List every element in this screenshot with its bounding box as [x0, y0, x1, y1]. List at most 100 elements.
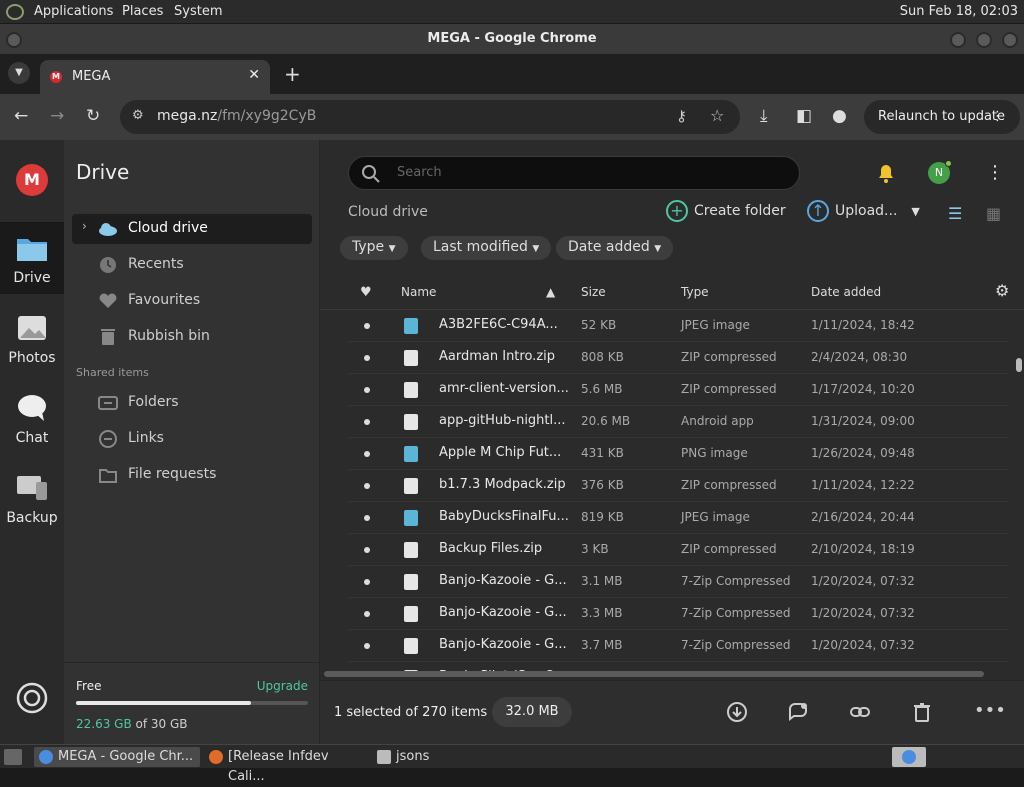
upgrade-link[interactable]: Upgrade [257, 679, 308, 693]
download-icon[interactable]: ⤓ [760, 106, 768, 126]
create-folder-button[interactable]: + Create folder [666, 200, 786, 222]
column-type[interactable]: Type [681, 285, 709, 299]
address-bar[interactable]: ⚙ mega.nz/fm/xy9g2CyB ⚷ ☆ [120, 100, 740, 134]
favourite-dot[interactable] [364, 515, 370, 521]
sidebar-item-recents[interactable]: Recents [72, 250, 312, 280]
distro-logo-icon[interactable] [6, 4, 24, 20]
vertical-scrollbar[interactable] [1016, 310, 1022, 670]
sort-asc-icon[interactable]: ▲ [546, 285, 555, 299]
tab-search-button[interactable]: ▼ [8, 62, 30, 84]
table-row[interactable]: b1.7.3 Modpack.zip 376 KB ZIP compressed 1/… [348, 470, 1008, 502]
sidebar-item-file-requests[interactable]: File requests [72, 460, 312, 490]
sidebar-item-cloud-drive[interactable]: › Cloud drive [72, 214, 312, 244]
new-tab-button[interactable]: + [284, 62, 301, 86]
clock-icon [100, 257, 116, 273]
filter-last-modified[interactable]: Last modified ▼ [421, 236, 552, 260]
more-actions-icon[interactable]: ••• [974, 700, 1006, 721]
avatar[interactable]: N [928, 160, 952, 184]
share-icon[interactable] [787, 701, 809, 723]
favourite-dot[interactable] [364, 547, 370, 553]
favourite-dot[interactable] [364, 387, 370, 393]
favourite-dot[interactable] [364, 611, 370, 617]
zip-file-icon [404, 382, 418, 398]
column-date-added[interactable]: Date added [811, 285, 881, 299]
mega-logo-icon[interactable]: M [16, 164, 48, 196]
drive-sidebar: Drive › Cloud drive Recents Favourites R… [64, 140, 320, 744]
upload-button[interactable]: ↑ Upload... ▼ [807, 200, 920, 222]
table-row[interactable]: Aardman Intro.zip 808 KB ZIP compressed 2/4… [348, 342, 1008, 374]
rail-item-chat[interactable]: Chat [0, 382, 64, 454]
sidebar-item-favourites[interactable]: Favourites [72, 286, 312, 316]
favourite-dot[interactable] [364, 643, 370, 649]
column-size[interactable]: Size [581, 285, 606, 299]
filter-date-added[interactable]: Date added ▼ [556, 236, 674, 260]
sidebar-item-links[interactable]: Links [72, 424, 312, 454]
favourite-dot[interactable] [364, 451, 370, 457]
image-file-icon [404, 510, 418, 526]
table-row[interactable]: Banjo-Kazooie - G... 3.1 MB 7-Zip Compress… [348, 566, 1008, 598]
window-menu-button[interactable] [6, 32, 22, 48]
bookmark-star-icon[interactable]: ☆ [710, 106, 724, 125]
minimize-button[interactable] [950, 32, 966, 48]
taskbar-item-jsons[interactable]: jsons [372, 747, 538, 767]
trash-icon[interactable] [911, 701, 933, 723]
search-input[interactable]: Search [348, 156, 800, 190]
relaunch-button[interactable]: Relaunch to update ⋮ [864, 100, 1020, 134]
table-row[interactable]: Backup Files.zip 3 KB ZIP compressed 2/10/2… [348, 534, 1008, 566]
reload-button[interactable]: ↻ [86, 106, 100, 126]
more-menu-icon[interactable]: ⋮ [986, 162, 1004, 183]
link-icon[interactable] [849, 701, 871, 723]
table-row[interactable]: BabyDucksFinalFu... 819 KB JPEG image 2/16/… [348, 502, 1008, 534]
rail-item-backup[interactable]: Backup [0, 462, 64, 534]
show-desktop-icon[interactable] [4, 749, 22, 765]
favourite-column-heart-icon[interactable]: ♥ [360, 285, 372, 300]
grid-view-icon[interactable]: ▦ [986, 204, 1001, 223]
tab-mega[interactable]: M MEGA ✕ [40, 60, 270, 94]
site-info-icon[interactable]: ⚙ [132, 108, 144, 123]
close-tab-icon[interactable]: ✕ [248, 67, 260, 83]
scroll-thumb[interactable] [1016, 358, 1022, 372]
chevron-right-icon[interactable]: › [82, 219, 87, 233]
bell-icon[interactable] [876, 162, 896, 184]
filter-type[interactable]: Type ▼ [340, 236, 408, 260]
favourite-dot[interactable] [364, 483, 370, 489]
favourite-dot[interactable] [364, 323, 370, 329]
system-menu[interactable]: System [174, 4, 222, 19]
sidebar-item-rubbish-bin[interactable]: Rubbish bin [72, 322, 312, 352]
transfer-manager-icon[interactable] [16, 682, 48, 714]
sidebar-item-folders[interactable]: Folders [72, 388, 312, 418]
forward-button[interactable]: → [50, 106, 64, 126]
column-settings-gear-icon[interactable]: ⚙ [995, 281, 1009, 300]
column-name[interactable]: Name [401, 285, 436, 299]
breadcrumb[interactable]: Cloud drive [348, 204, 428, 220]
table-row[interactable]: amr-client-version... 5.6 MB ZIP compresse… [348, 374, 1008, 406]
favourite-dot[interactable] [364, 579, 370, 585]
side-panel-icon[interactable]: ◧ [796, 106, 812, 126]
close-window-button[interactable] [1002, 32, 1018, 48]
table-row[interactable]: Banjo-Kazooie - G... 3.7 MB 7-Zip Compress… [348, 630, 1008, 662]
profile-icon[interactable]: ● [832, 106, 847, 126]
rail-item-photos[interactable]: Photos [0, 302, 64, 374]
zip-file-icon [404, 478, 418, 494]
table-row[interactable]: app-gitHub-nightl... 20.6 MB Android app 1/… [348, 406, 1008, 438]
url-text[interactable]: mega.nz/fm/xy9g2CyB [157, 108, 316, 124]
taskbar-item-firefox[interactable]: [Release Infdev Cali... [204, 747, 368, 784]
window-title: MEGA - Google Chrome [427, 31, 597, 46]
horizontal-scrollbar[interactable] [324, 671, 984, 677]
maximize-button[interactable] [976, 32, 992, 48]
back-button[interactable]: ← [14, 106, 28, 126]
rail-item-drive[interactable]: Drive [0, 222, 64, 294]
favourite-dot[interactable] [364, 419, 370, 425]
key-icon[interactable]: ⚷ [676, 107, 687, 125]
table-row[interactable]: Apple M Chip Fut... 431 KB PNG image 1/26/2… [348, 438, 1008, 470]
table-row[interactable]: A3B2FE6C-C94A... 52 KB JPEG image 1/11/2024… [348, 310, 1008, 342]
favourite-dot[interactable] [364, 355, 370, 361]
workspace-switcher[interactable] [892, 747, 926, 767]
applications-menu[interactable]: Applications [34, 4, 113, 19]
list-view-icon[interactable]: ☰ [948, 204, 962, 223]
clock[interactable]: Sun Feb 18, 02:03 [900, 4, 1018, 19]
places-menu[interactable]: Places [122, 4, 163, 19]
download-icon[interactable] [726, 701, 748, 723]
table-row[interactable]: Banjo-Kazooie - G... 3.3 MB 7-Zip Compress… [348, 598, 1008, 630]
taskbar-item-chrome[interactable]: MEGA - Google Chr... [34, 747, 200, 767]
